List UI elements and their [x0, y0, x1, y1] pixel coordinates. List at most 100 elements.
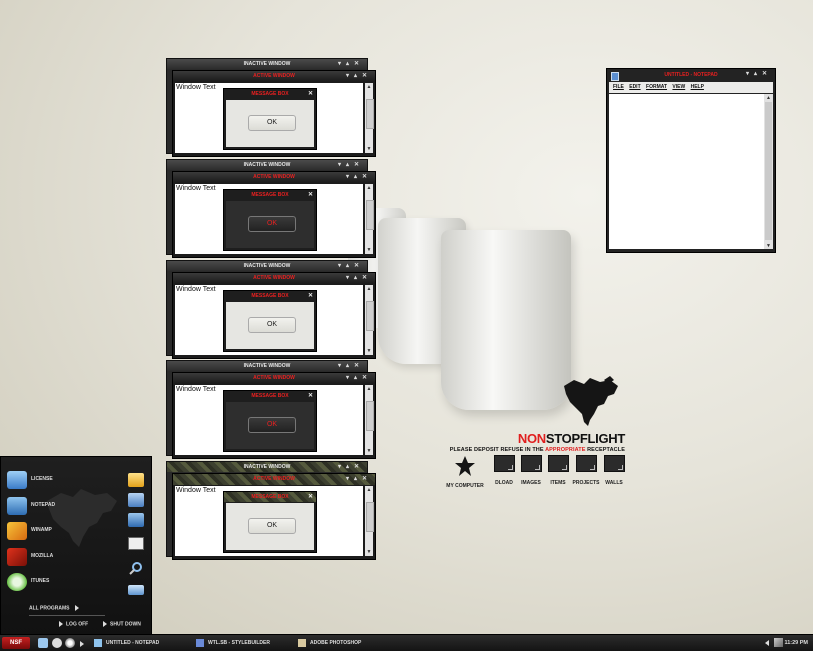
window-preview-1: INACTIVE WINDOW ▾▴✕ ACTIVE WINDOW ▾▴✕ Wind… [166, 58, 378, 157]
desktop-icon-my-computer[interactable]: MY COMPUTER [446, 455, 484, 489]
message-box-title: MESSAGE BOX [251, 293, 289, 299]
start-button[interactable]: NSF [2, 637, 30, 649]
desktop-icon-label: WALLS [605, 480, 623, 486]
clock[interactable]: 11:29 PM [784, 637, 808, 649]
arrow-right-icon [74, 605, 79, 611]
menu-format[interactable]: FORMAT [646, 82, 667, 93]
menu-file[interactable]: FILE [613, 82, 624, 93]
desktop-icon-walls[interactable]: WALLS [602, 455, 626, 486]
close-icon[interactable]: ✕ [308, 492, 313, 502]
window-controls[interactable]: ▾▴✕ [338, 59, 364, 69]
start-item-license[interactable]: LICENSE [7, 469, 117, 491]
folder-icon[interactable] [128, 473, 144, 487]
close-icon[interactable]: ✕ [308, 291, 313, 301]
quicklaunch-media-icon[interactable] [52, 638, 62, 648]
active-window[interactable]: ACTIVE WINDOW ▾▴✕ Window Text ▲ ▼ MESSAGE … [172, 171, 376, 258]
start-item-mozilla[interactable]: MOZILLA [7, 546, 117, 568]
close-icon[interactable]: ✕ [308, 391, 313, 401]
network-tray-icon[interactable] [774, 638, 783, 647]
search-icon[interactable] [128, 561, 144, 575]
all-programs-label: ALL PROGRAMS [29, 605, 70, 612]
start-item-notepad[interactable]: NOTEPAD [7, 495, 117, 517]
active-window[interactable]: ACTIVE WINDOW ▾▴✕ Window Text ▲ ▼ MESSAGE … [172, 70, 376, 157]
active-window[interactable]: ACTIVE WINDOW ▾▴✕ Window Text ▲ ▼ MESSAGE … [172, 272, 376, 359]
all-programs-button[interactable]: ALL PROGRAMS [29, 605, 105, 616]
window-preview-2: INACTIVE WINDOW ▾▴✕ ACTIVE WINDOW ▾▴✕ Wind… [166, 159, 378, 258]
window-controls[interactable]: ▾▴✕ [338, 261, 364, 271]
start-item-label: WINAMP [31, 527, 52, 533]
window-controls[interactable]: ▾▴✕ [746, 69, 772, 79]
message-box-title: MESSAGE BOX [251, 192, 289, 198]
ok-button[interactable]: OK [248, 417, 296, 433]
star-icon [455, 456, 475, 476]
tray-expand-icon[interactable] [765, 640, 769, 646]
message-box: MESSAGE BOX ✕ OK [223, 189, 317, 251]
message-box: MESSAGE BOX ✕ OK [223, 290, 317, 352]
window-controls[interactable]: ▾▴✕ [346, 373, 372, 383]
vertical-scrollbar[interactable]: ▲ ▼ [365, 83, 374, 153]
inactive-window-title: INACTIVE WINDOW [243, 61, 291, 67]
menu-edit[interactable]: EDIT [629, 82, 640, 93]
window-controls[interactable]: ▾▴✕ [346, 474, 372, 484]
ok-button[interactable]: OK [248, 216, 296, 232]
window-text: Window Text [176, 84, 216, 91]
notepad-icon [611, 72, 619, 81]
folder-icon [603, 455, 625, 472]
task-notepad[interactable]: UNTITLED - NOTEPAD [94, 637, 159, 649]
arrow-right-icon [103, 621, 107, 627]
ok-button[interactable]: OK [248, 518, 296, 534]
notepad-icon [94, 638, 102, 647]
quicklaunch-browser-icon[interactable] [38, 638, 48, 648]
start-item-winamp[interactable]: WINAMP [7, 520, 117, 542]
log-off-label: LOG OFF [66, 621, 89, 628]
start-item-label: MOZILLA [31, 553, 54, 559]
window-controls[interactable]: ▾▴✕ [338, 462, 364, 472]
task-photoshop[interactable]: ADOBE PHOTOSHOP [298, 637, 361, 649]
winamp-icon [7, 522, 27, 540]
menu-view[interactable]: VIEW [672, 82, 685, 93]
active-window[interactable]: ACTIVE WINDOW ▾▴✕ Window Text ▲ ▼ MESSAGE … [172, 473, 376, 560]
window-text: Window Text [176, 386, 216, 393]
window-controls[interactable]: ▾▴✕ [346, 71, 372, 81]
run-icon[interactable] [128, 537, 144, 550]
notepad-text-area[interactable] [609, 94, 764, 249]
start-item-itunes[interactable]: ITUNES [7, 571, 117, 593]
notepad-window[interactable]: UNTITLED - NOTEPAD ▾▴✕ FILE EDIT FORMAT … [606, 68, 776, 253]
start-item-label: NOTEPAD [31, 502, 56, 508]
menu-help[interactable]: HELP [691, 82, 704, 93]
expand-arrow-icon[interactable] [80, 641, 84, 647]
window-controls[interactable]: ▾▴✕ [338, 361, 364, 371]
window-controls[interactable]: ▾▴✕ [338, 160, 364, 170]
control-panel-icon[interactable] [128, 493, 144, 507]
task-stylebuilder[interactable]: WTL.SB - STYLEBUILDER [196, 637, 270, 649]
vertical-scrollbar[interactable]: ▲ ▼ [365, 385, 374, 455]
active-window-title: ACTIVE WINDOW [253, 73, 295, 79]
shut-down-button[interactable]: SHUT DOWN [103, 621, 141, 627]
inactive-window-title: INACTIVE WINDOW [243, 263, 291, 269]
message-box: MESSAGE BOX ✕ OK [223, 390, 317, 452]
window-controls[interactable]: ▾▴✕ [346, 273, 372, 283]
active-window[interactable]: ACTIVE WINDOW ▾▴✕ Window Text ▲ ▼ MESSAGE … [172, 372, 376, 459]
task-label: WTL.SB - STYLEBUILDER [208, 640, 270, 646]
network-icon[interactable] [128, 513, 144, 527]
vertical-scrollbar[interactable]: ▲ ▼ [365, 285, 374, 355]
vertical-scrollbar[interactable]: ▲ ▼ [764, 94, 773, 249]
close-icon[interactable]: ✕ [308, 89, 313, 99]
inactive-window-title: INACTIVE WINDOW [243, 464, 291, 470]
vertical-scrollbar[interactable]: ▲ ▼ [365, 184, 374, 254]
window-controls[interactable]: ▾▴✕ [346, 172, 372, 182]
message-box-title: MESSAGE BOX [251, 494, 289, 500]
ok-button[interactable]: OK [248, 115, 296, 131]
active-window-title: ACTIVE WINDOW [253, 275, 295, 281]
help-icon[interactable] [128, 585, 144, 595]
quicklaunch-itunes-icon[interactable] [65, 638, 75, 648]
window-preview-4: INACTIVE WINDOW ▾▴✕ ACTIVE WINDOW ▾▴✕ Wind… [166, 360, 378, 459]
active-window-title: ACTIVE WINDOW [253, 476, 295, 482]
ok-button[interactable]: OK [248, 317, 296, 333]
vertical-scrollbar[interactable]: ▲ ▼ [365, 486, 374, 556]
message-box-title: MESSAGE BOX [251, 393, 289, 399]
inactive-window-title: INACTIVE WINDOW [243, 363, 291, 369]
log-off-button[interactable]: LOG OFF [59, 621, 88, 627]
close-icon[interactable]: ✕ [308, 190, 313, 200]
brand-tagline: PLEASE DEPOSIT REFUSE IN THE APPROPRIATE… [449, 447, 625, 453]
